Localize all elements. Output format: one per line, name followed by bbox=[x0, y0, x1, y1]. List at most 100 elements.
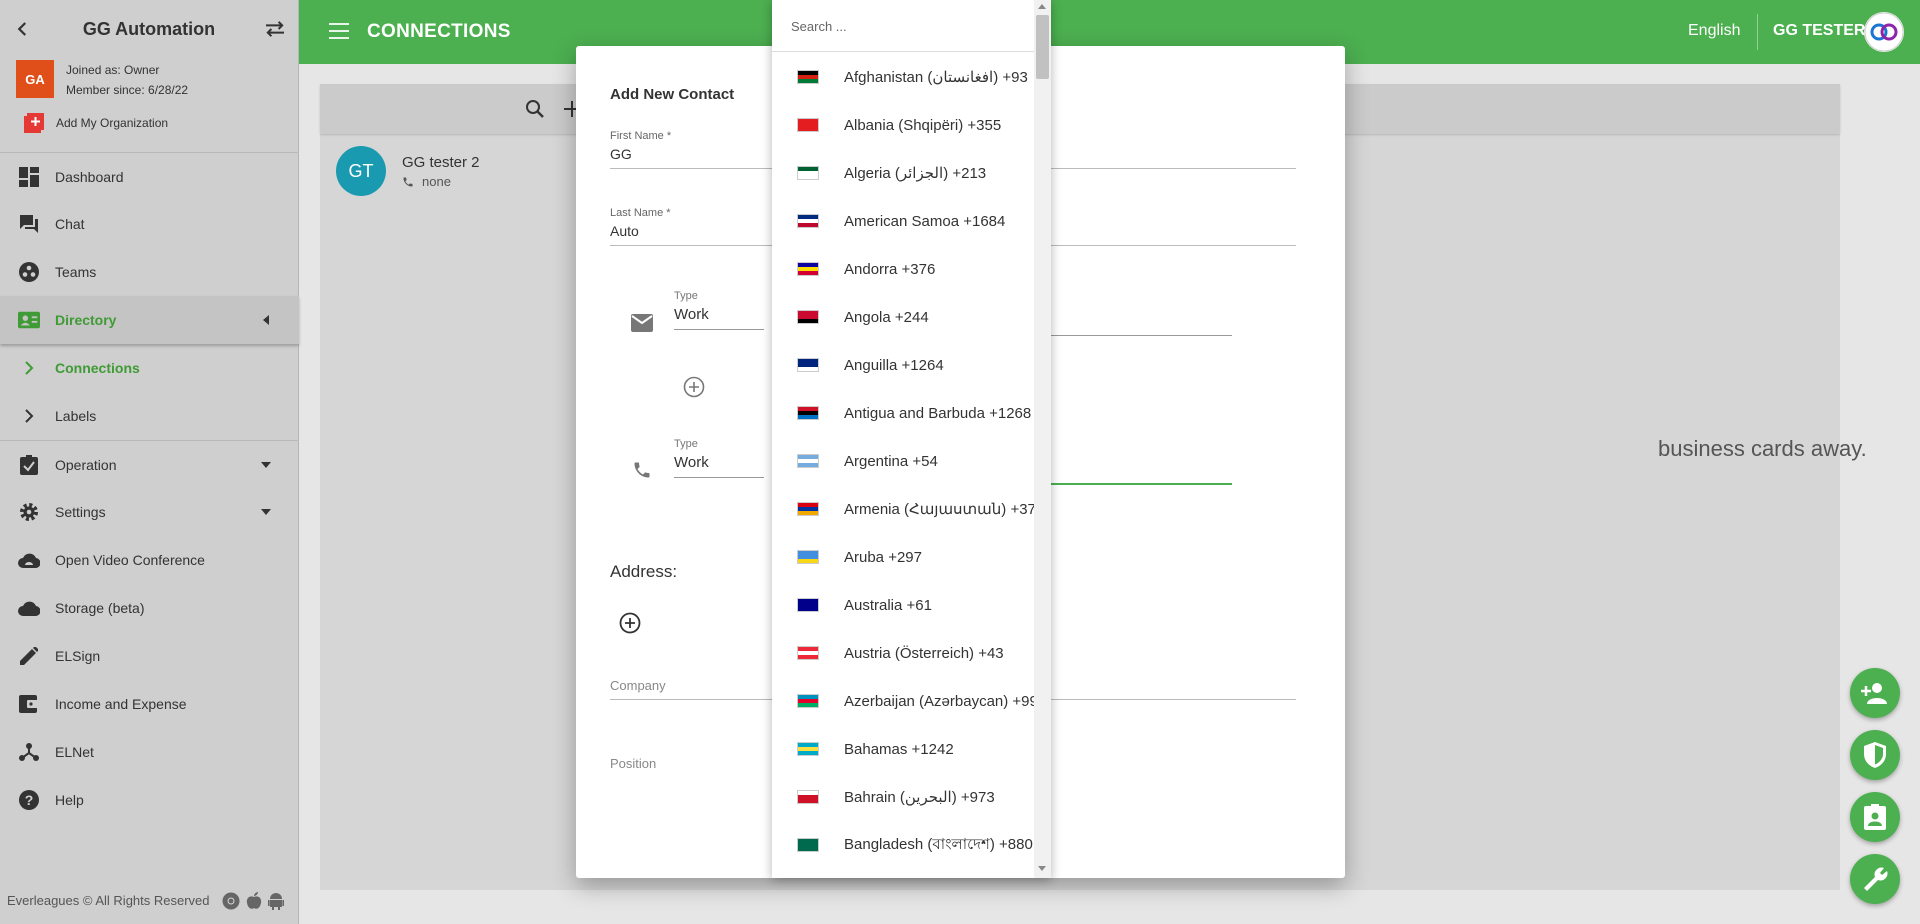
apple-icon[interactable] bbox=[246, 891, 262, 910]
user-name[interactable]: GG TESTER bbox=[1773, 22, 1865, 40]
flag-icon bbox=[797, 310, 819, 324]
caret-left-icon bbox=[263, 315, 269, 325]
sidebar-item-help[interactable]: ? Help bbox=[0, 776, 299, 824]
country-option[interactable]: Anguilla +1264 bbox=[772, 341, 1034, 389]
sidebar-item-teams[interactable]: Teams bbox=[0, 248, 299, 296]
add-organization-link[interactable]: Add My Organization bbox=[24, 113, 168, 133]
contact-card-fab[interactable] bbox=[1850, 792, 1900, 842]
country-option[interactable]: Algeria (الجزائر) +213 bbox=[772, 149, 1034, 197]
svg-text:?: ? bbox=[25, 792, 34, 808]
country-option-label: Antigua and Barbuda +1268 bbox=[844, 404, 1032, 422]
country-option[interactable]: Armenia (Հայաստան) +374 bbox=[772, 485, 1034, 533]
sidebar-item-operation[interactable]: Operation bbox=[0, 440, 299, 488]
shield-icon bbox=[1864, 742, 1886, 768]
add-circle-icon[interactable] bbox=[683, 376, 705, 398]
sidebar-item-labels[interactable]: Labels bbox=[0, 392, 299, 440]
language-selector[interactable]: English bbox=[1688, 22, 1740, 40]
sidebar-item-label: ELNet bbox=[55, 744, 94, 760]
android-icon[interactable] bbox=[267, 892, 284, 910]
phone-type-value: Work bbox=[674, 454, 764, 478]
email-input-underline[interactable] bbox=[1051, 335, 1232, 336]
country-option-label: Azerbaijan (Azərbaycan) +994 bbox=[844, 692, 1034, 710]
cloud-icon bbox=[18, 597, 40, 619]
flag-icon bbox=[797, 358, 819, 372]
sidebar-item-label: Chat bbox=[55, 216, 85, 232]
clipboard-check-icon bbox=[18, 454, 40, 476]
teams-icon bbox=[18, 261, 40, 283]
person-add-icon bbox=[1861, 683, 1887, 704]
chat-icon bbox=[18, 213, 40, 235]
sidebar-item-income-expense[interactable]: Income and Expense bbox=[0, 680, 299, 728]
flag-icon bbox=[797, 166, 819, 180]
sidebar-item-video-conference[interactable]: Open Video Conference bbox=[0, 536, 299, 584]
sidebar-footer: Everleagues © All Rights Reserved bbox=[0, 877, 299, 924]
country-option[interactable]: Azerbaijan (Azərbaycan) +994 bbox=[772, 677, 1034, 725]
country-option[interactable]: Albania (Shqipëri) +355 bbox=[772, 101, 1034, 149]
country-code-dropdown: Afghanistan (افغانستان) +93 Albania (Shqi… bbox=[772, 0, 1051, 878]
sidebar-item-chat[interactable]: Chat bbox=[0, 200, 299, 248]
org-info: GA Joined as: Owner Member since: 6/28/2… bbox=[0, 60, 298, 152]
country-search-input[interactable] bbox=[772, 0, 1012, 52]
phone-icon bbox=[634, 462, 650, 478]
country-option[interactable]: Afghanistan (افغانستان) +93 bbox=[772, 53, 1034, 101]
add-circle-icon[interactable] bbox=[619, 612, 641, 634]
chrome-icon[interactable] bbox=[222, 892, 240, 910]
flag-icon bbox=[797, 214, 819, 228]
country-search bbox=[772, 0, 1034, 52]
scroll-thumb[interactable] bbox=[1036, 15, 1049, 79]
flag-icon bbox=[797, 550, 819, 564]
sidebar-item-connections[interactable]: Connections bbox=[0, 344, 299, 392]
flag-icon bbox=[797, 454, 819, 468]
country-option[interactable]: Angola +244 bbox=[772, 293, 1034, 341]
country-option[interactable]: Antigua and Barbuda +1268 bbox=[772, 389, 1034, 437]
sidebar-item-directory[interactable]: Directory bbox=[0, 296, 299, 344]
flag-icon bbox=[797, 694, 819, 708]
phone-icon bbox=[403, 177, 413, 186]
contact-card-icon bbox=[1864, 804, 1886, 830]
country-option[interactable]: Bahrain (البحرين) +973 bbox=[772, 773, 1034, 821]
divider bbox=[1757, 14, 1758, 50]
tools-fab[interactable] bbox=[1850, 854, 1900, 904]
address-label: Address: bbox=[610, 562, 678, 581]
contact-phone-value: none bbox=[422, 174, 451, 189]
network-icon bbox=[18, 741, 40, 763]
country-option[interactable]: Argentina +54 bbox=[772, 437, 1034, 485]
scrollbar[interactable] bbox=[1034, 0, 1051, 878]
phone-input-underline[interactable] bbox=[1051, 483, 1232, 485]
email-type-select[interactable]: Type Work bbox=[674, 290, 764, 330]
sidebar-item-label: Operation bbox=[55, 456, 117, 473]
phone-type-select[interactable]: Type Work bbox=[674, 438, 764, 478]
security-fab[interactable] bbox=[1850, 730, 1900, 780]
directory-icon bbox=[18, 309, 40, 331]
menu-icon[interactable] bbox=[329, 23, 349, 39]
help-icon: ? bbox=[18, 789, 40, 811]
chevron-right-icon bbox=[18, 357, 40, 379]
sidebar-item-label: ELSign bbox=[55, 648, 101, 664]
sidebar-item-settings[interactable]: Settings bbox=[0, 488, 299, 536]
phone-type-label: Type bbox=[674, 438, 698, 450]
sidebar-item-elsign[interactable]: ELSign bbox=[0, 632, 299, 680]
sidebar-item-elnet[interactable]: ELNet bbox=[0, 728, 299, 776]
country-option[interactable]: Austria (Österreich) +43 bbox=[772, 629, 1034, 677]
country-option[interactable]: American Samoa +1684 bbox=[772, 197, 1034, 245]
country-option[interactable]: Australia +61 bbox=[772, 581, 1034, 629]
user-avatar[interactable] bbox=[1864, 12, 1904, 52]
flag-icon bbox=[797, 262, 819, 276]
sidebar-item-dashboard[interactable]: Dashboard bbox=[0, 152, 299, 200]
platform-icons bbox=[222, 891, 284, 910]
sidebar-item-label: Dashboard bbox=[55, 168, 124, 185]
search-icon[interactable] bbox=[525, 99, 545, 119]
add-contact-fab[interactable] bbox=[1850, 668, 1900, 718]
country-option[interactable]: Andorra +376 bbox=[772, 245, 1034, 293]
email-type-label: Type bbox=[674, 290, 698, 302]
copyright-text: Everleagues © All Rights Reserved bbox=[7, 893, 210, 908]
sidebar-item-storage[interactable]: Storage (beta) bbox=[0, 584, 299, 632]
country-option[interactable]: Bangladesh (বাংলাদেশ) +880 bbox=[772, 821, 1034, 869]
scroll-up-arrow-icon[interactable] bbox=[1038, 4, 1046, 9]
country-option-label: Argentina +54 bbox=[844, 452, 938, 470]
scroll-down-arrow-icon[interactable] bbox=[1038, 866, 1046, 871]
swap-icon[interactable] bbox=[264, 20, 286, 38]
country-option[interactable]: Aruba +297 bbox=[772, 533, 1034, 581]
sidebar-item-label: Help bbox=[55, 792, 84, 808]
country-option[interactable]: Bahamas +1242 bbox=[772, 725, 1034, 773]
